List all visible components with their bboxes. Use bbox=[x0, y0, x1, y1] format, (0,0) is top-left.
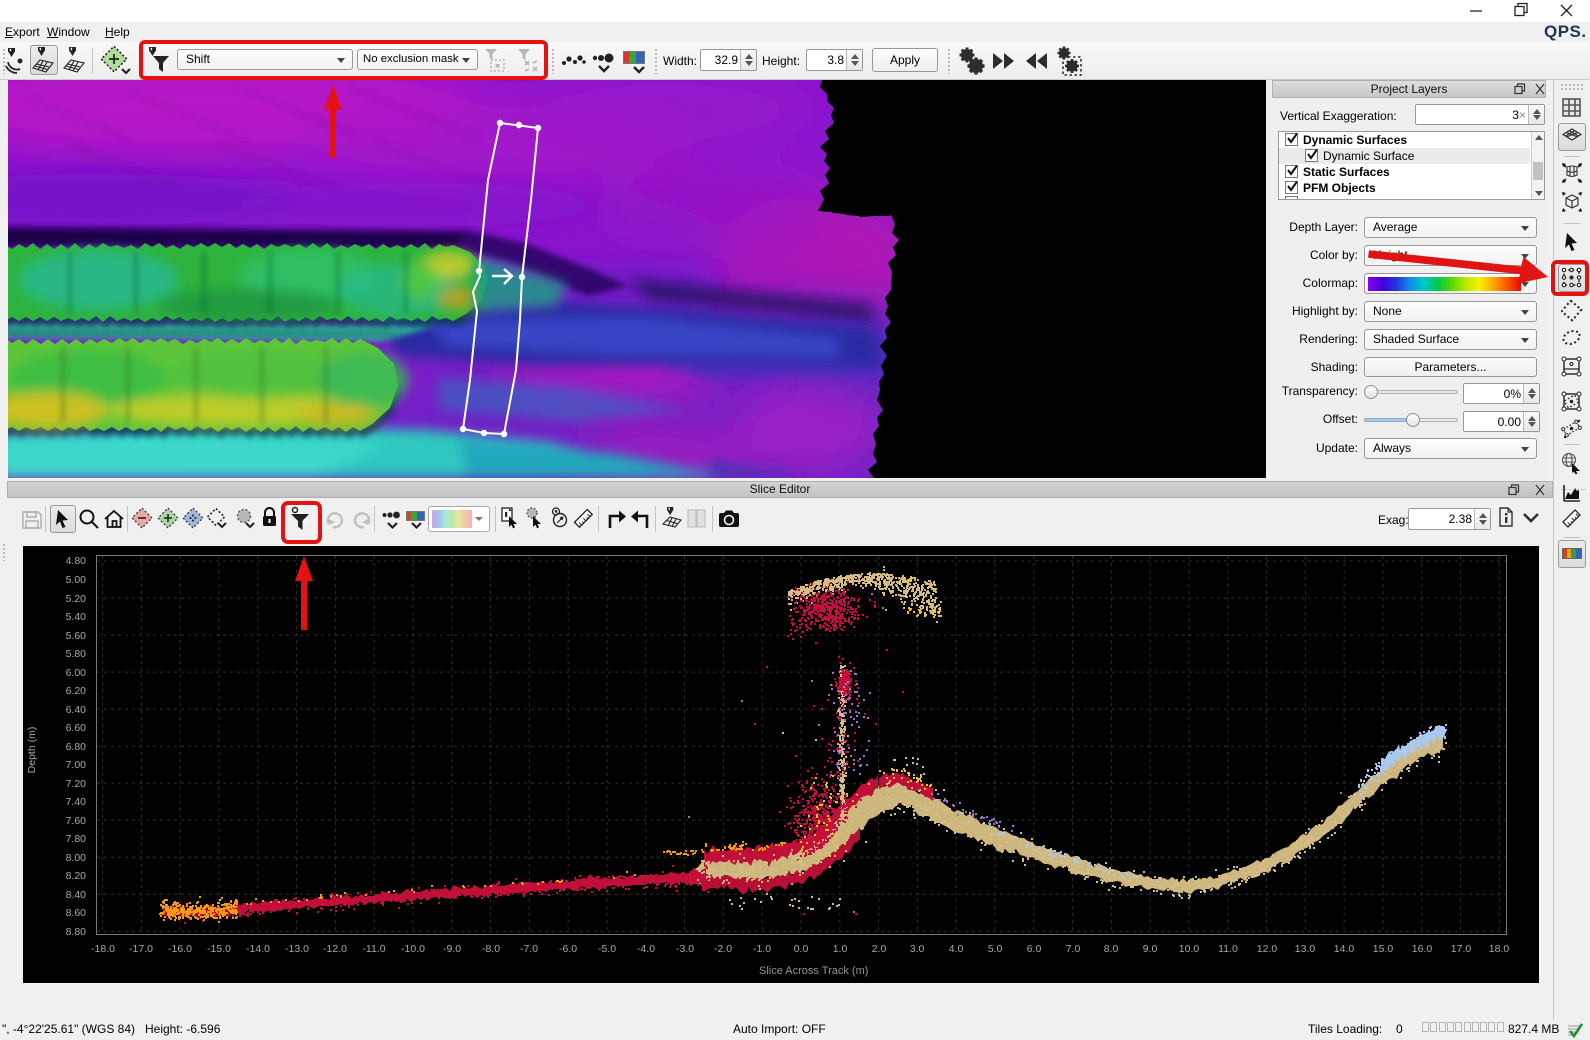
svg-text:-18.0: -18.0 bbox=[91, 943, 115, 955]
svg-text:-6.0: -6.0 bbox=[559, 943, 577, 955]
svg-text:-13.0: -13.0 bbox=[285, 943, 309, 955]
svg-text:6.0: 6.0 bbox=[1027, 943, 1042, 955]
svg-text:18.0: 18.0 bbox=[1489, 943, 1510, 955]
svg-text:Depth (m): Depth (m) bbox=[26, 727, 38, 774]
svg-text:4.0: 4.0 bbox=[949, 943, 964, 955]
svg-text:-8.0: -8.0 bbox=[482, 943, 500, 955]
svg-text:12.0: 12.0 bbox=[1257, 943, 1278, 955]
svg-text:9.0: 9.0 bbox=[1143, 943, 1158, 955]
svg-text:-17.0: -17.0 bbox=[129, 943, 153, 955]
svg-text:8.0: 8.0 bbox=[1104, 943, 1119, 955]
svg-text:6.80: 6.80 bbox=[66, 741, 87, 753]
svg-text:-3.0: -3.0 bbox=[676, 943, 694, 955]
svg-text:7.60: 7.60 bbox=[66, 815, 87, 827]
svg-text:-15.0: -15.0 bbox=[207, 943, 231, 955]
svg-text:2.0: 2.0 bbox=[872, 943, 887, 955]
svg-text:5.60: 5.60 bbox=[66, 630, 87, 642]
svg-text:7.00: 7.00 bbox=[66, 759, 87, 771]
svg-text:-14.0: -14.0 bbox=[246, 943, 270, 955]
svg-text:6.00: 6.00 bbox=[66, 667, 87, 679]
svg-text:10.0: 10.0 bbox=[1179, 943, 1200, 955]
svg-text:5.00: 5.00 bbox=[66, 574, 87, 586]
svg-text:Slice Across Track (m): Slice Across Track (m) bbox=[759, 965, 868, 977]
svg-text:7.80: 7.80 bbox=[66, 833, 87, 845]
svg-text:-11.0: -11.0 bbox=[362, 943, 385, 955]
svg-text:-2.0: -2.0 bbox=[714, 943, 732, 955]
svg-text:8.00: 8.00 bbox=[66, 852, 87, 864]
svg-text:-12.0: -12.0 bbox=[323, 943, 347, 955]
svg-text:5.0: 5.0 bbox=[988, 943, 1003, 955]
svg-text:17.0: 17.0 bbox=[1451, 943, 1472, 955]
svg-text:-4.0: -4.0 bbox=[637, 943, 655, 955]
svg-text:-16.0: -16.0 bbox=[168, 943, 192, 955]
svg-text:16.0: 16.0 bbox=[1412, 943, 1433, 955]
svg-text:6.60: 6.60 bbox=[66, 722, 87, 734]
svg-text:8.20: 8.20 bbox=[66, 870, 87, 882]
svg-text:8.60: 8.60 bbox=[66, 907, 87, 919]
svg-text:6.20: 6.20 bbox=[66, 685, 87, 697]
svg-text:-1.0: -1.0 bbox=[753, 943, 771, 955]
svg-text:0.0: 0.0 bbox=[794, 943, 809, 955]
svg-text:7.0: 7.0 bbox=[1066, 943, 1081, 955]
svg-text:3.0: 3.0 bbox=[910, 943, 925, 955]
svg-text:-9.0: -9.0 bbox=[443, 943, 461, 955]
svg-text:8.40: 8.40 bbox=[66, 889, 87, 901]
svg-text:4.80: 4.80 bbox=[66, 555, 87, 567]
svg-text:P: P bbox=[163, 60, 169, 70]
svg-text:-10.0: -10.0 bbox=[401, 943, 425, 955]
svg-text:6.40: 6.40 bbox=[66, 704, 87, 716]
svg-text:5.20: 5.20 bbox=[66, 593, 87, 605]
svg-text:8.80: 8.80 bbox=[66, 926, 87, 938]
svg-text:14.0: 14.0 bbox=[1334, 943, 1355, 955]
svg-text:7.20: 7.20 bbox=[66, 778, 87, 790]
svg-text:-7.0: -7.0 bbox=[520, 943, 538, 955]
svg-text:15.0: 15.0 bbox=[1373, 943, 1394, 955]
svg-text:5.40: 5.40 bbox=[66, 611, 87, 623]
svg-text:11.0: 11.0 bbox=[1218, 943, 1238, 955]
svg-text:-5.0: -5.0 bbox=[598, 943, 616, 955]
svg-text:1.0: 1.0 bbox=[833, 943, 848, 955]
svg-text:5.80: 5.80 bbox=[66, 648, 87, 660]
svg-text:13.0: 13.0 bbox=[1295, 943, 1316, 955]
svg-text:7.40: 7.40 bbox=[66, 796, 87, 808]
svg-text:P: P bbox=[303, 518, 308, 527]
